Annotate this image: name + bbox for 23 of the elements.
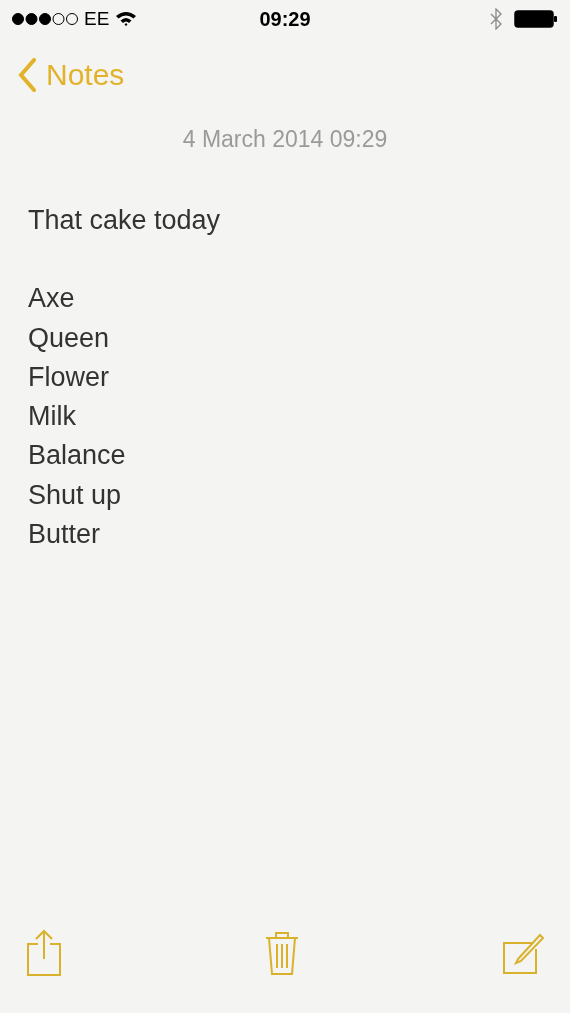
note-text-line: Axe <box>28 282 76 316</box>
share-button[interactable] <box>26 929 62 977</box>
note-text-line: Balance <box>28 439 127 473</box>
signal-strength-icon <box>12 12 78 26</box>
note-text-line: Milk <box>28 400 77 434</box>
trash-icon <box>265 930 299 976</box>
share-icon <box>26 929 62 977</box>
carrier-name: EE <box>84 8 110 30</box>
note-date: 4 March 2014 09:29 <box>181 126 389 153</box>
delete-button[interactable] <box>265 930 299 976</box>
wifi-icon <box>115 11 138 27</box>
battery-icon <box>514 10 558 28</box>
chevron-left-icon <box>18 58 36 92</box>
note-text-line: Flower <box>28 360 110 394</box>
back-button[interactable]: Notes <box>18 58 125 92</box>
status-time: 09:29 <box>259 7 311 31</box>
compose-button[interactable] <box>502 931 546 975</box>
note-text-line: Shut up <box>28 478 123 512</box>
bluetooth-icon <box>490 8 502 30</box>
compose-icon <box>502 931 546 975</box>
note-text-line: That cake today <box>28 204 222 237</box>
note-text-line: Butter <box>28 518 102 552</box>
note-text-line: Queen <box>28 321 111 355</box>
